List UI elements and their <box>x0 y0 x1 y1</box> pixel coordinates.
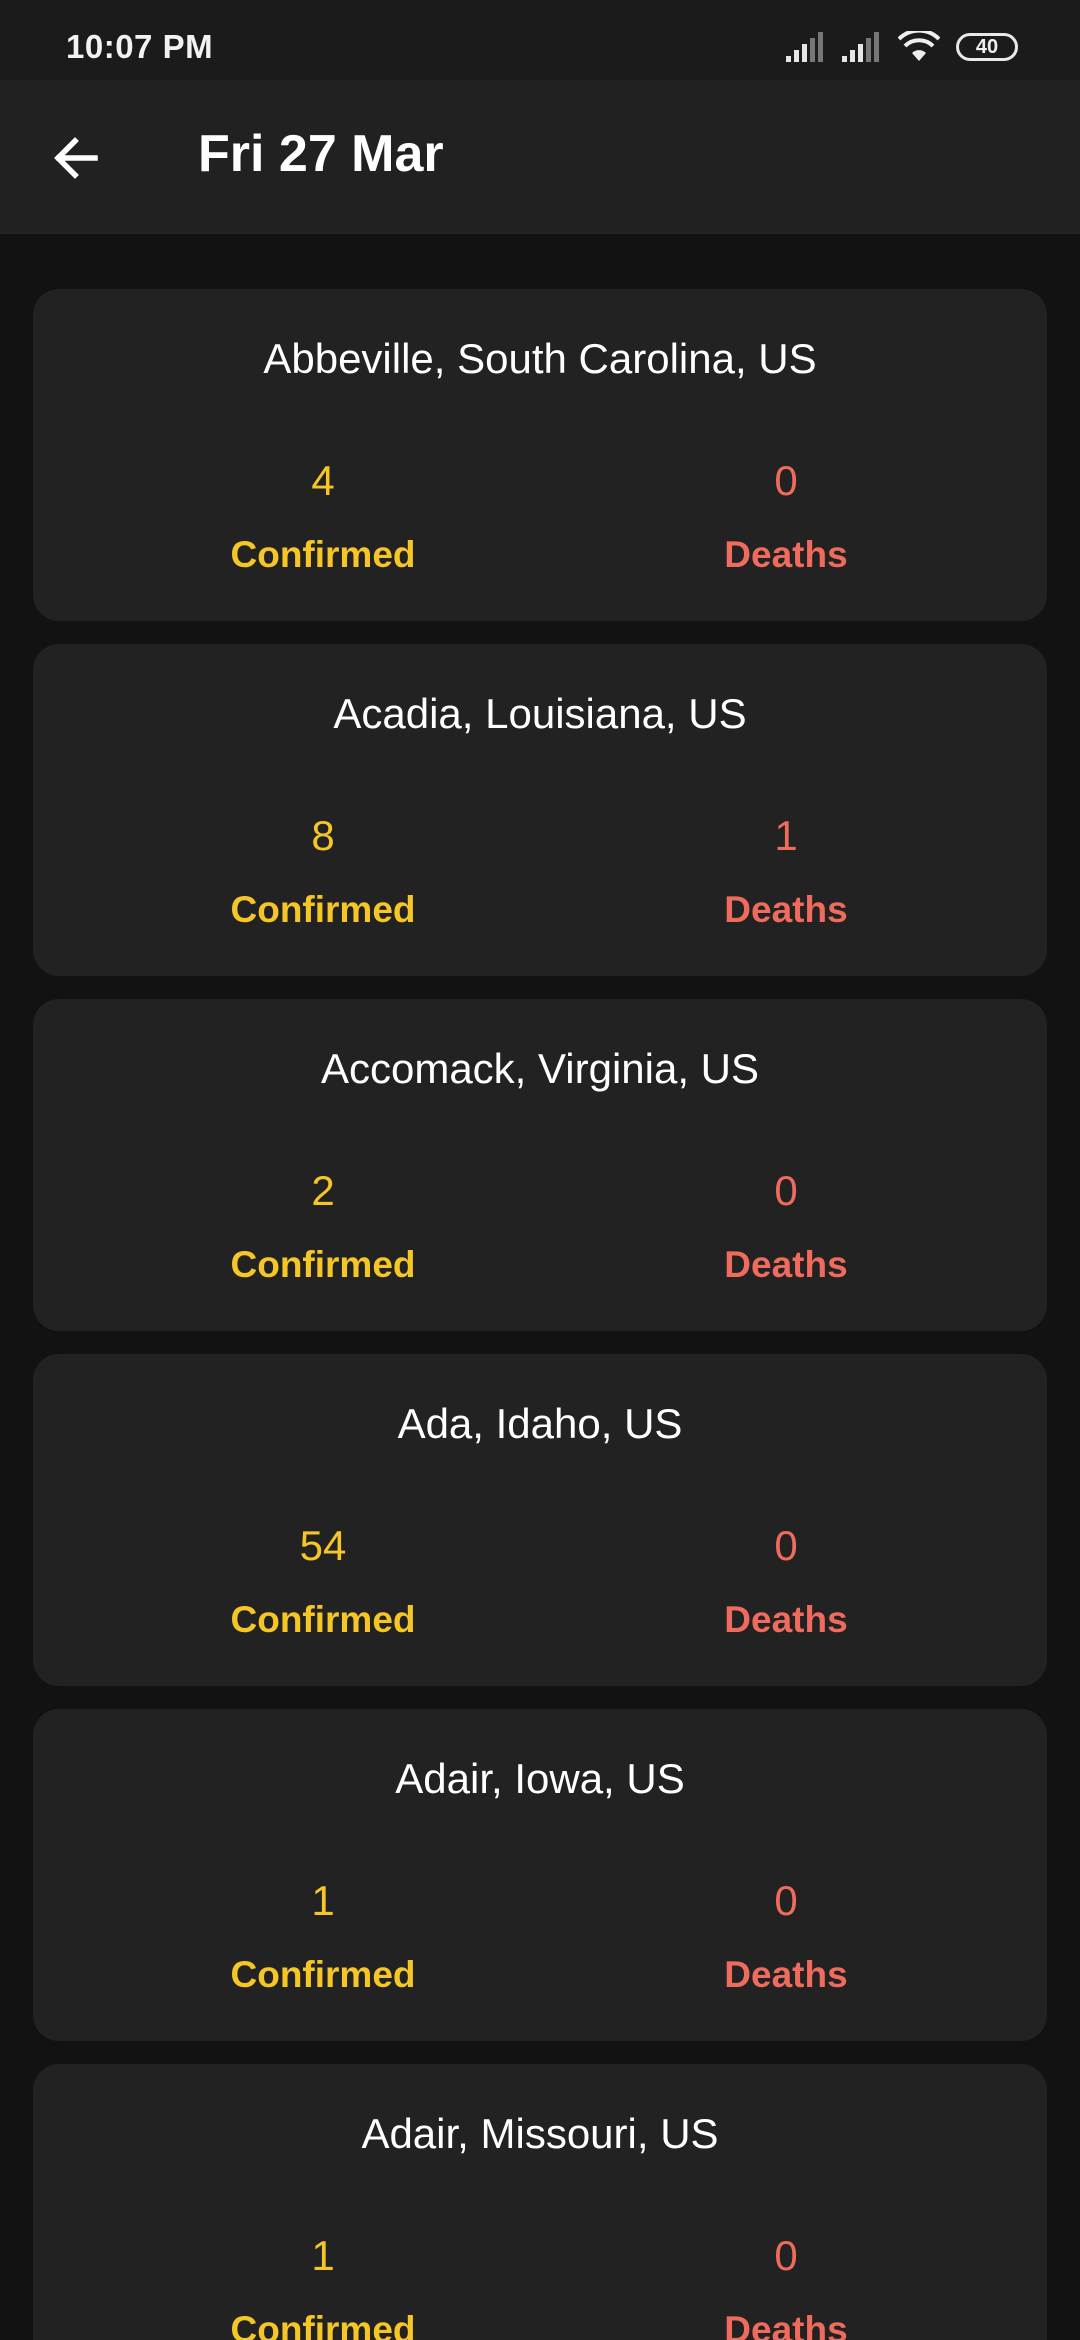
location-name: Adair, Missouri, US <box>361 2110 719 2157</box>
location-card[interactable]: Abbeville, South Carolina, US 4 Confirme… <box>33 289 1047 621</box>
deaths-stat: 0 Deaths <box>636 2232 936 2340</box>
location-card[interactable]: Acadia, Louisiana, US 8 Confirmed 1 Deat… <box>33 644 1047 976</box>
confirmed-value: 54 <box>299 1522 347 1569</box>
page-title: Fri 27 Mar <box>198 125 444 183</box>
location-name: Ada, Idaho, US <box>397 1400 683 1447</box>
confirmed-stat: 1 Confirmed <box>173 1877 473 1997</box>
wifi-icon <box>898 31 940 61</box>
deaths-stat: 1 Deaths <box>636 812 936 932</box>
cell-signal-icon <box>786 32 823 62</box>
confirmed-label: Confirmed <box>230 1599 416 1640</box>
deaths-label: Deaths <box>724 889 848 930</box>
deaths-stat: 0 Deaths <box>636 1877 936 1997</box>
battery-icon: 40 <box>956 33 1018 61</box>
arrow-back-icon <box>54 137 98 179</box>
confirmed-label: Confirmed <box>230 1244 416 1285</box>
status-time: 10:07 PM <box>66 28 214 65</box>
location-card[interactable]: Adair, Iowa, US 1 Confirmed 0 Deaths <box>33 1709 1047 2041</box>
location-list[interactable]: Abbeville, South Carolina, US 4 Confirme… <box>0 234 1080 2340</box>
confirmed-stat: 1 Confirmed <box>173 2232 473 2340</box>
status-bar: 10:07 PM 40 <box>0 0 1080 80</box>
location-name: Accomack, Virginia, US <box>320 1045 760 1092</box>
status-icons: 40 <box>786 30 1018 64</box>
deaths-stat: 0 Deaths <box>636 457 936 577</box>
confirmed-stat: 4 Confirmed <box>173 457 473 577</box>
deaths-label: Deaths <box>724 1244 848 1285</box>
deaths-stat: 0 Deaths <box>636 1167 936 1287</box>
confirmed-stat: 8 Confirmed <box>173 812 473 932</box>
deaths-label: Deaths <box>724 1599 848 1640</box>
deaths-value: 0 <box>774 457 798 504</box>
deaths-stat: 0 Deaths <box>636 1522 936 1642</box>
app-bar: Fri 27 Mar <box>0 80 1080 234</box>
confirmed-label: Confirmed <box>230 534 416 575</box>
confirmed-stat: 2 Confirmed <box>173 1167 473 1287</box>
confirmed-value: 1 <box>311 1877 335 1924</box>
location-name: Acadia, Louisiana, US <box>333 690 747 737</box>
deaths-value: 0 <box>774 1877 798 1924</box>
deaths-value: 0 <box>774 1522 798 1569</box>
deaths-label: Deaths <box>724 2309 848 2340</box>
cell-signal-icon <box>842 32 879 62</box>
deaths-label: Deaths <box>724 1954 848 1995</box>
confirmed-stat: 54 Confirmed <box>173 1522 473 1642</box>
confirmed-value: 1 <box>311 2232 335 2279</box>
confirmed-value: 2 <box>311 1167 335 1214</box>
location-card[interactable]: Adair, Missouri, US 1 Confirmed 0 Deaths <box>33 2064 1047 2340</box>
location-card[interactable]: Ada, Idaho, US 54 Confirmed 0 Deaths <box>33 1354 1047 1686</box>
deaths-value: 0 <box>774 2232 798 2279</box>
confirmed-value: 8 <box>311 812 335 859</box>
deaths-value: 1 <box>774 812 798 859</box>
location-card[interactable]: Accomack, Virginia, US 2 Confirmed 0 Dea… <box>33 999 1047 1331</box>
confirmed-label: Confirmed <box>230 1954 416 1995</box>
confirmed-label: Confirmed <box>230 2309 416 2340</box>
battery-level: 40 <box>975 35 999 58</box>
deaths-value: 0 <box>774 1167 798 1214</box>
location-name: Adair, Iowa, US <box>395 1755 685 1802</box>
confirmed-label: Confirmed <box>230 889 416 930</box>
confirmed-value: 4 <box>311 457 335 504</box>
location-name: Abbeville, South Carolina, US <box>263 335 817 382</box>
deaths-label: Deaths <box>724 534 848 575</box>
back-button[interactable] <box>40 122 112 194</box>
